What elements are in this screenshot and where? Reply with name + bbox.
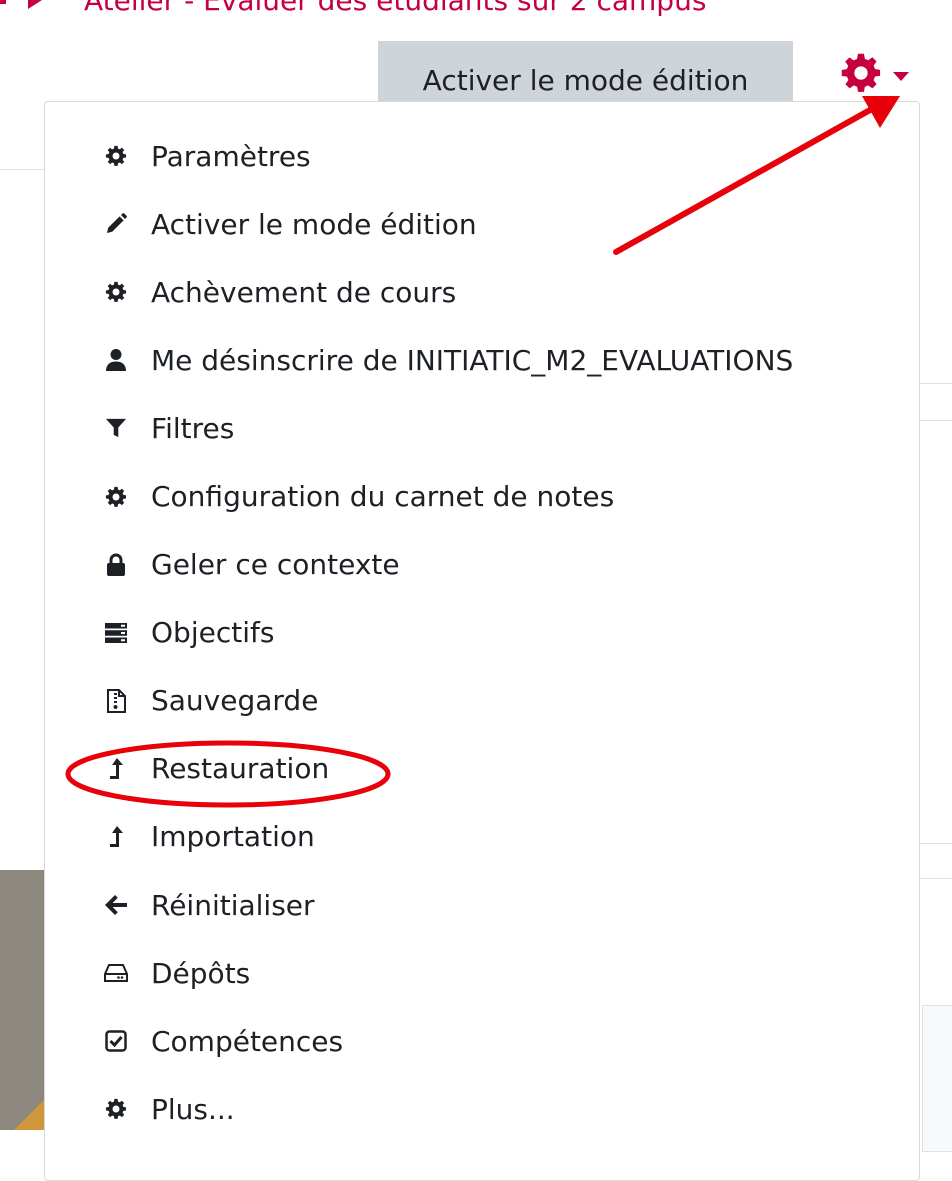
course-actions-dropdown: Paramètres Activer le mode édition Achèv… — [44, 101, 920, 1181]
side-block — [922, 1005, 952, 1152]
user-icon — [101, 345, 131, 375]
menu-item-label: Plus... — [151, 1092, 235, 1126]
content-divider — [920, 843, 952, 844]
header-divider — [0, 169, 44, 170]
menu-item-label: Filtres — [151, 411, 235, 445]
course-image-corner — [14, 1100, 44, 1130]
gear-icon — [101, 141, 131, 171]
menu-item-label: Objectifs — [151, 616, 275, 650]
menu-item-desinscrire[interactable]: Me désinscrire de INITIATIC_M2_EVALUATIO… — [45, 326, 919, 394]
menu-item-reinitialiser[interactable]: Réinitialiser — [45, 871, 919, 939]
menu-item-depots[interactable]: Dépôts — [45, 939, 919, 1007]
lock-icon — [101, 550, 131, 580]
menu-item-plus[interactable]: Plus... — [45, 1075, 919, 1143]
content-divider — [920, 383, 952, 384]
breadcrumb: Atelier - Evaluer des étudiants sur 2 ca… — [0, 0, 706, 22]
menu-item-restauration[interactable]: Restauration — [45, 735, 919, 803]
menu-item-parametres[interactable]: Paramètres — [45, 122, 919, 190]
menu-item-label: Geler ce contexte — [151, 548, 400, 582]
menu-item-importation[interactable]: Importation — [45, 803, 919, 871]
menu-item-geler-contexte[interactable]: Geler ce contexte — [45, 531, 919, 599]
check-square-icon — [101, 1026, 131, 1056]
caret-down-icon — [893, 71, 909, 81]
gear-icon — [840, 52, 882, 98]
breadcrumb-separator — [0, 0, 6, 4]
menu-item-label: Paramètres — [151, 139, 311, 173]
gear-menu-toggle[interactable] — [840, 50, 930, 100]
content-divider — [920, 420, 952, 421]
edit-mode-button-label: Activer le mode édition — [422, 64, 749, 97]
edit-mode-button[interactable]: Activer le mode édition — [378, 41, 793, 104]
menu-item-label: Réinitialiser — [151, 888, 315, 922]
pencil-icon — [101, 209, 131, 239]
menu-item-label: Activer le mode édition — [151, 207, 477, 241]
menu-item-label: Achèvement de cours — [151, 275, 457, 309]
file-archive-icon — [101, 686, 131, 716]
menu-item-competences[interactable]: Compétences — [45, 1007, 919, 1075]
level-up-icon — [101, 822, 131, 852]
menu-item-sauvegarde[interactable]: Sauvegarde — [45, 667, 919, 735]
menu-item-filtres[interactable]: Filtres — [45, 394, 919, 462]
menu-item-activer-mode-edition[interactable]: Activer le mode édition — [45, 190, 919, 258]
hdd-icon — [101, 958, 131, 988]
menu-item-objectifs[interactable]: Objectifs — [45, 599, 919, 667]
menu-item-label: Sauvegarde — [151, 684, 319, 718]
menu-item-label: Restauration — [151, 752, 330, 786]
breadcrumb-arrow-icon — [28, 0, 42, 9]
level-up-icon — [101, 754, 131, 784]
menu-item-label: Me désinscrire de INITIATIC_M2_EVALUATIO… — [151, 343, 794, 377]
gear-icon — [101, 1094, 131, 1124]
menu-item-label: Dépôts — [151, 956, 251, 990]
server-icon — [101, 618, 131, 648]
menu-item-label: Compétences — [151, 1024, 344, 1058]
filter-icon — [101, 413, 131, 443]
menu-item-label: Importation — [151, 820, 315, 854]
menu-item-configuration-carnet-notes[interactable]: Configuration du carnet de notes — [45, 462, 919, 530]
content-divider — [920, 878, 952, 879]
breadcrumb-current-course[interactable]: Atelier - Evaluer des étudiants sur 2 ca… — [84, 0, 706, 17]
course-image — [0, 870, 44, 1130]
menu-item-achevement-cours[interactable]: Achèvement de cours — [45, 258, 919, 326]
arrow-left-icon — [101, 890, 131, 920]
gear-icon — [101, 482, 131, 512]
gear-icon — [101, 277, 131, 307]
menu-item-label: Configuration du carnet de notes — [151, 480, 615, 514]
